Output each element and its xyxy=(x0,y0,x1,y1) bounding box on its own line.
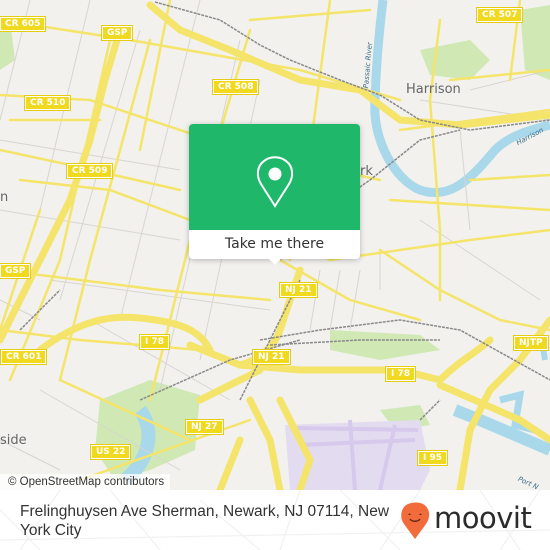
road-shield-i95: I 95 xyxy=(416,450,449,466)
take-me-there-button[interactable]: Take me there xyxy=(189,230,360,259)
road-shield-gsp: GSP xyxy=(100,25,134,41)
popup-pointer xyxy=(267,257,283,265)
brand-name: moovit xyxy=(434,501,532,535)
road-shield-us22: US 22 xyxy=(89,444,132,460)
road-shield-cr510: CR 510 xyxy=(23,95,72,111)
address-text: Frelinghuysen Ave Sherman, Newark, NJ 07… xyxy=(20,503,390,539)
footer: Frelinghuysen Ave Sherman, Newark, NJ 07… xyxy=(0,490,550,550)
road-shield-njtp: NJTP xyxy=(513,335,549,351)
road-shield-gsp-2: GSP xyxy=(0,263,32,279)
road-shield-i78: I 78 xyxy=(138,334,171,350)
road-shield-i78-2: I 78 xyxy=(384,366,417,382)
moovit-pin-icon xyxy=(401,502,430,539)
road-shield-cr509: CR 509 xyxy=(65,163,114,179)
place-label-partial: n xyxy=(0,190,9,205)
road-shield-cr508: CR 508 xyxy=(211,79,260,95)
map-pin-icon xyxy=(256,156,294,208)
map-view[interactable]: CR 605 GSP CR 508 CR 507 CR 510 CR 509 G… xyxy=(0,0,550,490)
popup-header xyxy=(189,124,360,230)
place-label-harrison: Harrison xyxy=(406,82,461,97)
road-shield-nj27: NJ 27 xyxy=(185,419,224,435)
road-shield-cr507: CR 507 xyxy=(475,7,524,23)
map-attribution[interactable]: © OpenStreetMap contributors xyxy=(0,474,171,490)
road-shield-cr601: CR 601 xyxy=(0,349,48,365)
place-label-newark: rk xyxy=(360,164,373,179)
location-popup[interactable]: Take me there xyxy=(189,124,360,265)
road-shield-nj21: NJ 21 xyxy=(279,282,318,298)
road-shield-cr605: CR 605 xyxy=(0,16,47,32)
road-shield-nj21-2: NJ 21 xyxy=(252,349,291,365)
place-label-hillside: side xyxy=(0,433,27,448)
